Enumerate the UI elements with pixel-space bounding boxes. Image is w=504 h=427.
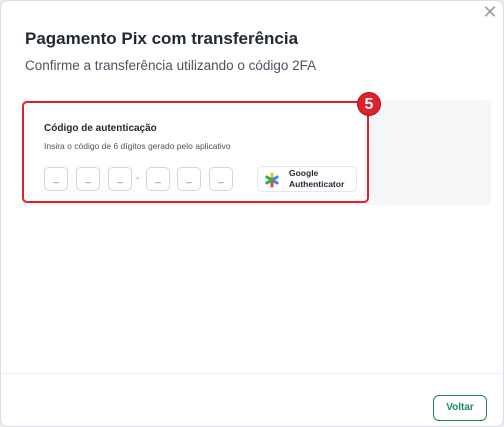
- google-authenticator-label: Google Authenticator: [289, 168, 344, 190]
- google-authenticator-label-line1: Google: [289, 168, 319, 178]
- auth-code-card: Código de autenticação Insira o código d…: [22, 101, 369, 203]
- google-authenticator-icon: [265, 172, 279, 188]
- otp-digit-2[interactable]: [76, 167, 100, 191]
- modal-title: Pagamento Pix com transferência: [25, 29, 299, 48]
- otp-digit-6[interactable]: [209, 167, 233, 191]
- otp-digit-5[interactable]: [177, 167, 201, 191]
- otp-separator: -: [136, 173, 140, 184]
- otp-digit-4[interactable]: [146, 167, 170, 191]
- footer-divider: [1, 373, 503, 374]
- modal-subtitle: Confirme a transferência utilizando o có…: [25, 58, 317, 73]
- back-button[interactable]: Voltar: [433, 395, 487, 421]
- otp-digit-1[interactable]: [44, 167, 68, 191]
- pix-transfer-modal: ✕ Pagamento Pix com transferência Confir…: [0, 0, 504, 427]
- step-badge: 5: [357, 92, 381, 116]
- close-icon[interactable]: ✕: [481, 3, 499, 21]
- google-authenticator-button[interactable]: Google Authenticator: [257, 166, 357, 192]
- auth-code-title: Código de autenticação: [44, 123, 157, 134]
- otp-digit-3[interactable]: [108, 167, 132, 191]
- auth-code-description: Insira o código de 6 dígitos gerado pelo…: [44, 141, 231, 151]
- google-authenticator-label-line2: Authenticator: [289, 179, 345, 189]
